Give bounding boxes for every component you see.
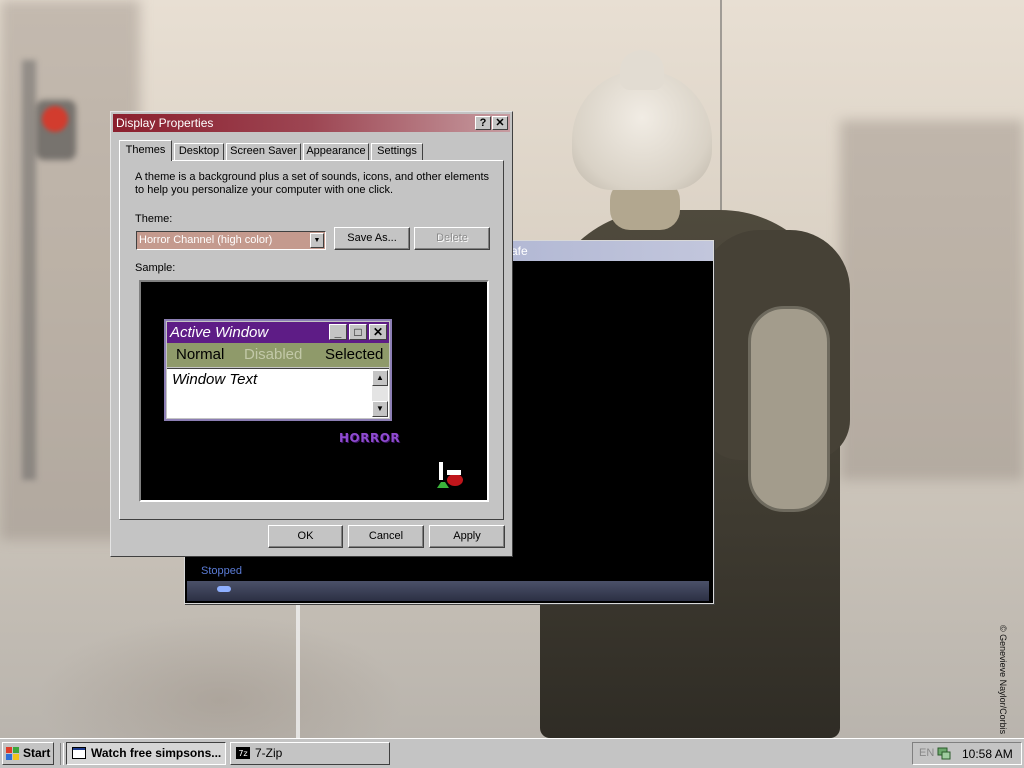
sample-title: Active Window — [170, 324, 269, 341]
close-icon: ✕ — [495, 117, 505, 129]
taskbar-item-label: Watch free simpsons... — [91, 746, 222, 760]
sample-menu-normal: Normal — [176, 346, 225, 363]
7zip-icon: 7z — [236, 747, 250, 759]
theme-select-value: Horror Channel (high color) — [139, 234, 273, 246]
tab-screen-saver[interactable]: Screen Saver — [226, 143, 301, 160]
themes-description: A theme is a background plus a set of so… — [135, 171, 490, 196]
taskbar-item-label: 7-Zip — [255, 746, 283, 760]
wallpaper-credit: © Genevieve Naylor/Corbis — [998, 625, 1008, 735]
sample-active-window: Active Window _ □ ✕ Normal Disabled Sele… — [164, 319, 392, 421]
svg-text:7z: 7z — [238, 749, 247, 758]
themes-tab-panel: A theme is a background plus a set of so… — [119, 160, 504, 520]
dialog-titlebar[interactable]: Display Properties ? ✕ — [113, 114, 510, 132]
sample-window-text: Window Text — [172, 371, 258, 388]
tab-appearance[interactable]: Appearance — [303, 143, 369, 160]
sample-scrollbar: ▲ ▼ — [372, 370, 388, 417]
cancel-button[interactable]: Cancel — [348, 525, 424, 548]
apply-button[interactable]: Apply — [429, 525, 505, 548]
wallpaper-held-object — [748, 306, 830, 512]
media-status-text: Stopped — [201, 565, 242, 577]
chevron-down-icon: ▼ — [313, 237, 321, 244]
scroll-up-icon: ▲ — [372, 370, 388, 386]
delete-button[interactable]: Delete — [414, 227, 490, 250]
tab-desktop[interactable]: Desktop — [174, 143, 224, 160]
theme-label: Theme: — [135, 213, 173, 225]
delete-button-label: Delete — [436, 232, 468, 244]
flask-icon — [437, 462, 463, 488]
sample-titlebar: Active Window _ □ ✕ — [167, 322, 389, 343]
media-control-bar[interactable] — [187, 581, 709, 601]
theme-select[interactable]: Horror Channel (high color) ▼ — [136, 231, 326, 250]
wallpaper-hat-top — [620, 50, 664, 90]
theme-sample-preview: Active Window _ □ ✕ Normal Disabled Sele… — [139, 280, 489, 502]
dialog-title: Display Properties — [116, 116, 214, 130]
taskbar-item-browser[interactable]: Watch free simpsons... — [66, 742, 226, 765]
help-button[interactable]: ? — [475, 116, 491, 130]
wallpaper-traffic-pole — [22, 60, 36, 480]
taskbar-separator — [60, 743, 64, 765]
seek-slider-thumb[interactable] — [217, 586, 231, 592]
ok-button[interactable]: OK — [268, 525, 343, 548]
save-as-button[interactable]: Save As... — [334, 227, 410, 250]
minimize-icon: _ — [329, 324, 347, 340]
network-icon[interactable] — [937, 746, 951, 760]
close-button[interactable]: ✕ — [492, 116, 508, 130]
close-icon: ✕ — [369, 324, 387, 340]
display-properties-dialog[interactable]: Display Properties ? ✕ Themes Desktop Sc… — [110, 111, 513, 557]
media-player-title: afe — [511, 244, 528, 258]
language-indicator[interactable]: EN — [919, 747, 934, 759]
wallpaper-red-light — [42, 106, 68, 132]
system-tray: EN 10:58 AM — [912, 742, 1022, 765]
browser-icon — [72, 747, 86, 759]
maximize-icon: □ — [349, 324, 367, 340]
scroll-down-icon: ▼ — [372, 401, 388, 417]
taskbar-item-7zip[interactable]: 7z 7-Zip — [230, 742, 390, 765]
start-button[interactable]: Start — [2, 742, 54, 765]
sample-menubar: Normal Disabled Selected — [167, 343, 389, 367]
theme-dropdown-button[interactable]: ▼ — [310, 233, 324, 248]
horror-logo: HORROR — [339, 431, 401, 445]
taskbar: Start Watch free simpsons... 7z 7-Zip EN… — [0, 738, 1024, 768]
sample-menu-selected: Selected — [325, 346, 384, 363]
clock[interactable]: 10:58 AM — [962, 747, 1013, 761]
sample-client-area: Window Text ▲ ▼ — [167, 368, 389, 418]
sample-label: Sample: — [135, 262, 176, 274]
sample-menu-disabled: Disabled — [244, 346, 303, 363]
windows-logo-icon — [6, 747, 19, 760]
tab-themes[interactable]: Themes — [119, 140, 172, 161]
wallpaper-building — [840, 120, 1024, 480]
tab-settings[interactable]: Settings — [371, 143, 423, 160]
start-label: Start — [23, 746, 51, 760]
